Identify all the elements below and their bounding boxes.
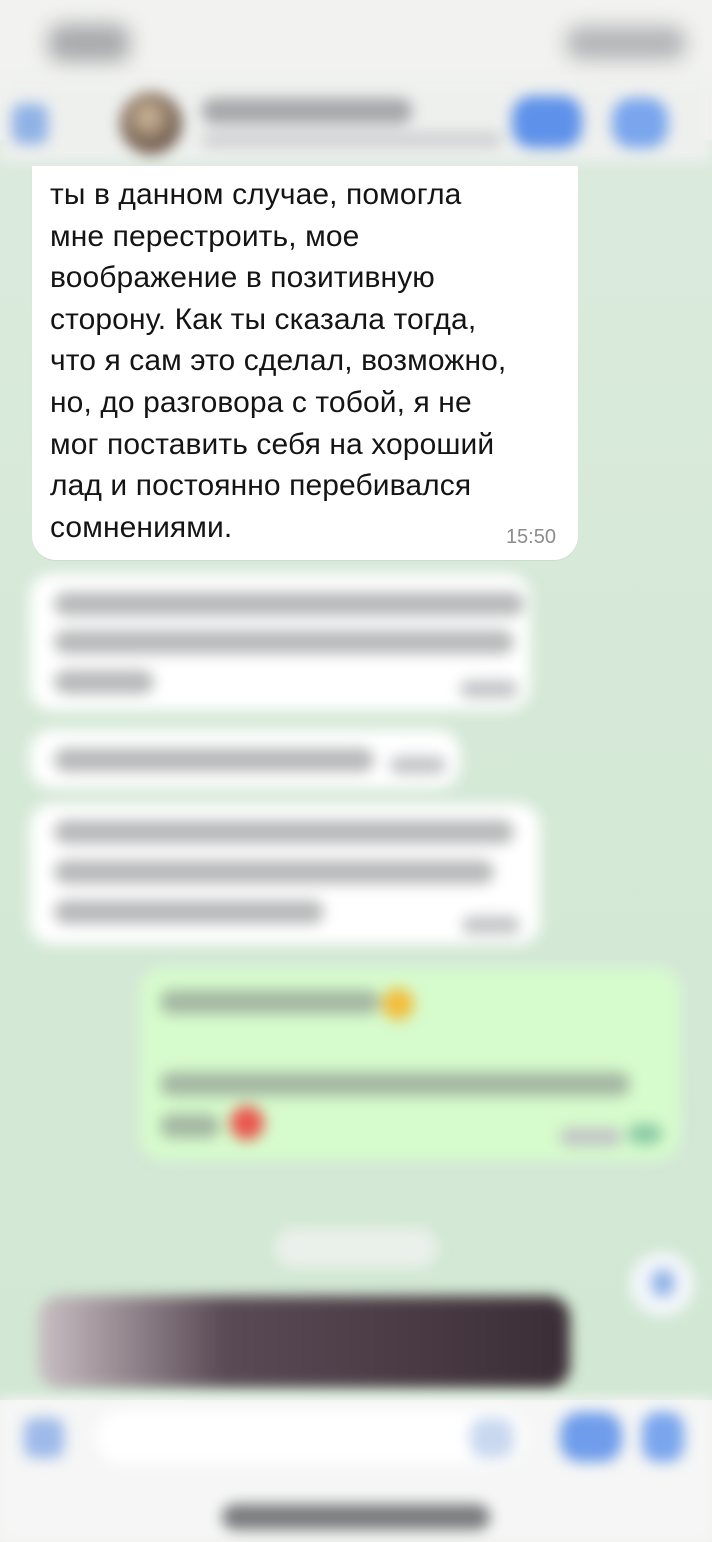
camera-icon[interactable] — [560, 1412, 622, 1462]
status-icons — [566, 26, 686, 60]
text-line — [160, 1114, 220, 1138]
message-time — [560, 1128, 622, 1146]
home-indicator — [222, 1504, 490, 1530]
text-line — [54, 900, 324, 924]
message-input[interactable] — [96, 1410, 526, 1464]
contact-status — [202, 132, 502, 148]
date-chip — [274, 1228, 438, 1268]
message-text: ты в данном случае, помогла мне перестро… — [50, 178, 507, 544]
text-line — [54, 670, 154, 694]
text-line — [54, 592, 524, 616]
read-checkmark-icon — [628, 1124, 662, 1144]
text-line — [54, 748, 374, 772]
message-time — [460, 680, 518, 698]
phone-icon[interactable] — [612, 98, 668, 148]
text-line — [54, 630, 514, 654]
message-bubble[interactable]: ты в данном случае, помогла мне перестро… — [32, 166, 578, 560]
media-message[interactable] — [38, 1296, 570, 1388]
text-line — [160, 990, 380, 1014]
message-time — [462, 916, 520, 934]
text-line — [54, 860, 494, 884]
plus-icon[interactable] — [24, 1418, 64, 1458]
contact-avatar[interactable] — [120, 92, 182, 154]
chevron-left-icon[interactable] — [12, 104, 48, 144]
emoji-icon — [382, 988, 414, 1020]
message-time — [390, 756, 446, 774]
message-bubble-blurred[interactable] — [30, 730, 460, 788]
status-time — [48, 24, 130, 62]
message-bubble-blurred[interactable] — [30, 804, 540, 944]
text-line — [160, 1072, 630, 1096]
message-bubble-blurred[interactable] — [30, 574, 530, 710]
microphone-icon[interactable] — [642, 1412, 684, 1462]
sticker-icon[interactable] — [470, 1418, 514, 1458]
message-time: 15:50 — [505, 526, 556, 548]
video-camera-icon[interactable] — [512, 96, 582, 148]
text-line — [54, 820, 514, 844]
contact-name[interactable] — [202, 98, 412, 124]
emoji-icon — [230, 1106, 264, 1140]
chevron-down-icon — [652, 1270, 674, 1296]
